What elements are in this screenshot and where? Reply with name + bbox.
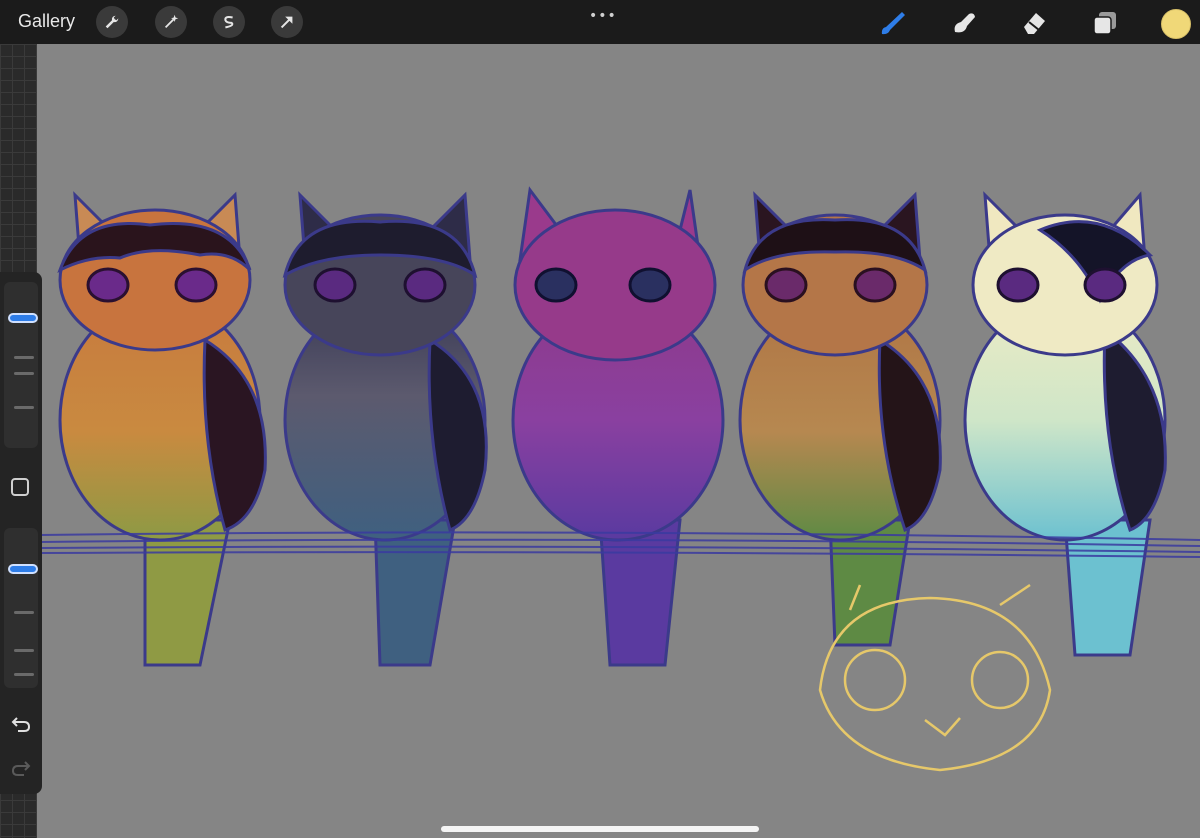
magic-wand-icon <box>164 14 179 29</box>
redo-icon[interactable] <box>9 756 33 780</box>
slider-tick <box>14 611 34 614</box>
drawing-canvas[interactable] <box>37 44 1200 838</box>
top-toolbar: Gallery ••• <box>0 0 1200 44</box>
eraser-icon[interactable] <box>1019 8 1049 38</box>
gallery-button[interactable]: Gallery <box>18 11 75 32</box>
brush-size-slider[interactable] <box>4 282 38 448</box>
color-swatch-button[interactable] <box>1161 9 1191 39</box>
smudge-icon[interactable] <box>949 8 979 38</box>
slider-tick <box>14 372 34 375</box>
selection-s-icon <box>224 16 234 29</box>
actions-button[interactable] <box>96 6 128 38</box>
arrow-cursor-icon <box>280 16 293 29</box>
slider-tick <box>14 673 34 676</box>
artwork <box>39 186 1200 772</box>
cat-bird-purple <box>511 186 725 667</box>
cat-bird-gray <box>282 191 488 667</box>
adjustments-button[interactable] <box>155 6 187 38</box>
more-menu-button[interactable]: ••• <box>589 8 617 24</box>
opacity-slider[interactable] <box>4 528 38 688</box>
brush-size-thumb[interactable] <box>8 313 38 323</box>
square-modifier-icon[interactable] <box>11 478 29 496</box>
cat-bird-tan <box>738 191 942 647</box>
transform-button[interactable] <box>271 6 303 38</box>
brush-icon[interactable] <box>878 8 908 38</box>
opacity-thumb[interactable] <box>8 564 38 574</box>
left-sidebar <box>0 272 42 794</box>
cat-bird-orange <box>57 191 267 667</box>
selection-button[interactable] <box>213 6 245 38</box>
slider-tick <box>14 406 34 409</box>
layers-icon[interactable] <box>1090 8 1120 38</box>
slider-tick <box>14 356 34 359</box>
undo-icon[interactable] <box>9 712 33 736</box>
home-indicator[interactable] <box>441 826 759 832</box>
cat-bird-cream <box>963 191 1167 657</box>
wrench-icon <box>105 15 119 29</box>
slider-tick <box>14 649 34 652</box>
